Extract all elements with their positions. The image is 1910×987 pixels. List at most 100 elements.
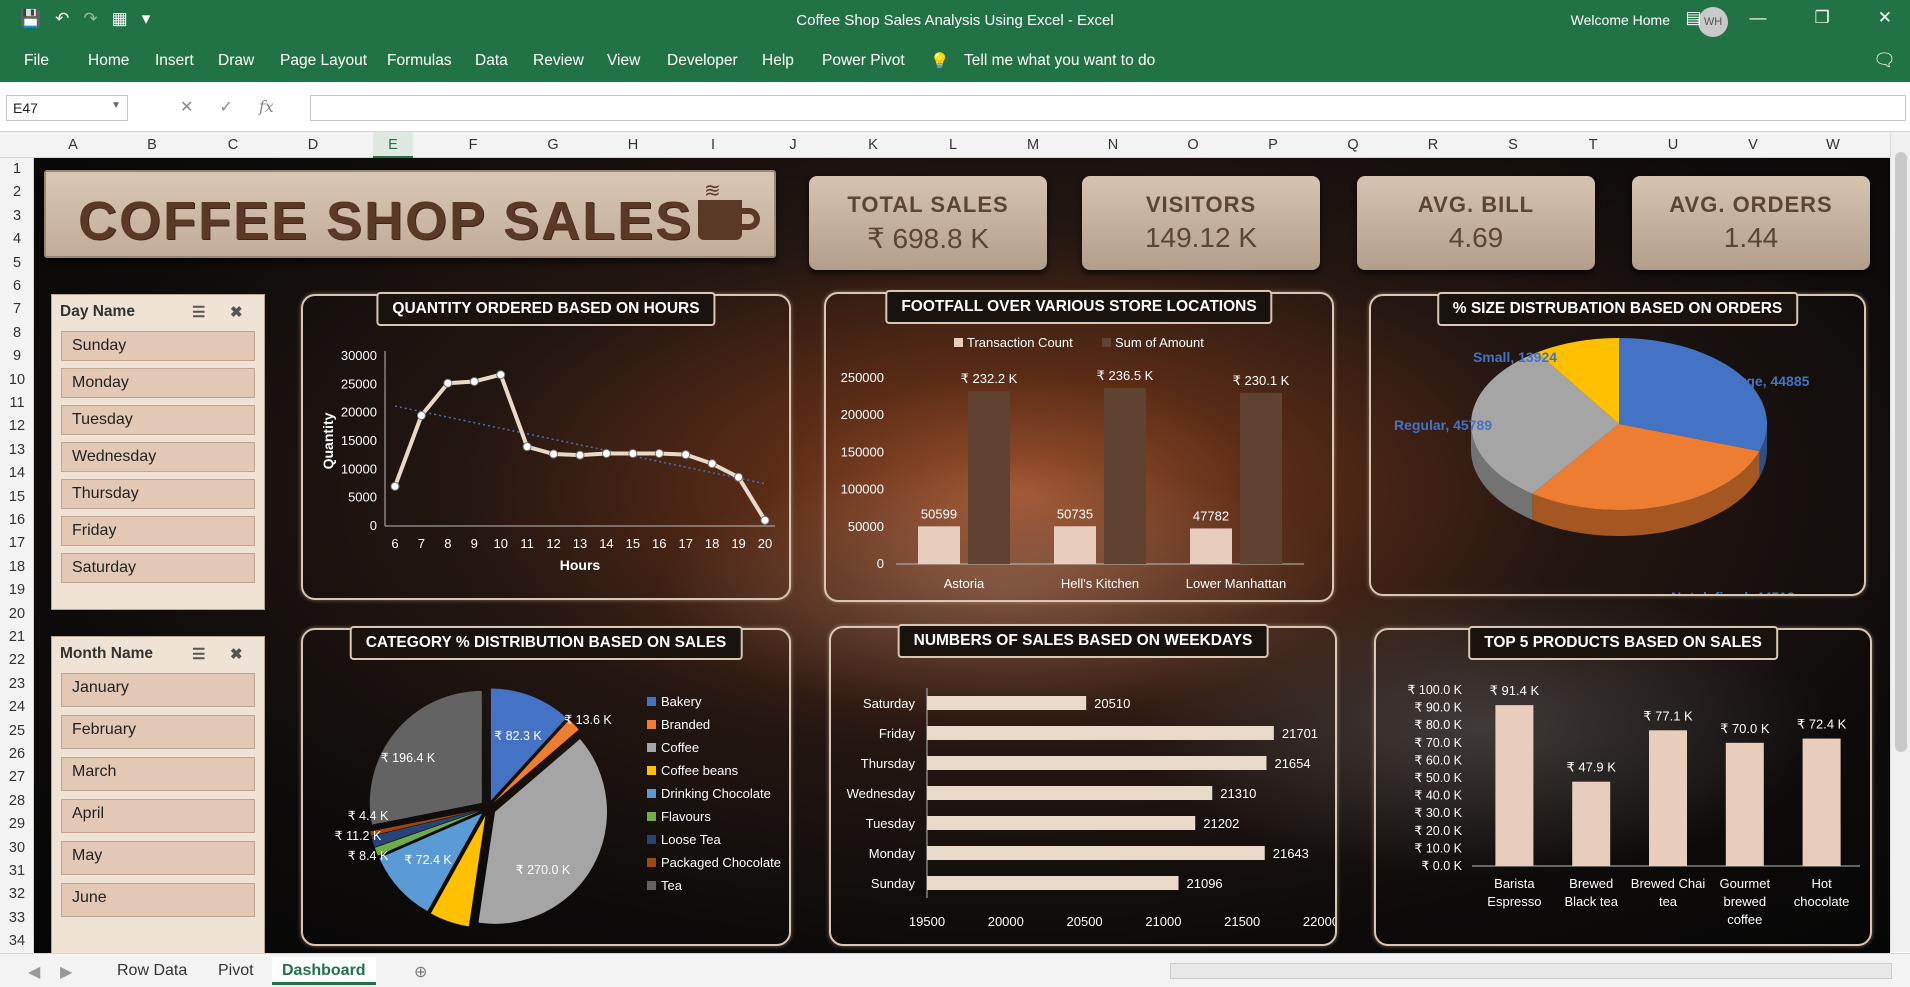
column-header-t[interactable]: T: [1573, 137, 1613, 153]
enter-icon[interactable]: ✓: [219, 97, 232, 117]
slicer-item-may[interactable]: May: [61, 841, 255, 875]
column-header-m[interactable]: M: [1013, 137, 1053, 153]
column-header-r[interactable]: R: [1413, 137, 1453, 153]
row-header-31[interactable]: 31: [0, 863, 34, 879]
add-sheet-icon[interactable]: ⊕: [414, 962, 427, 982]
vertical-scrollbar[interactable]: [1890, 132, 1910, 952]
chart-category-panel[interactable]: CATEGORY % DISTRIBUTION BASED ON SALES ₹…: [301, 626, 791, 953]
clear-filter-icon[interactable]: ✖: [230, 303, 243, 321]
column-header-g[interactable]: G: [533, 137, 573, 153]
sheet-tab-pivot[interactable]: Pivot: [218, 962, 254, 980]
row-header-8[interactable]: 8: [0, 325, 34, 341]
row-header-27[interactable]: 27: [0, 769, 34, 785]
horizontal-scrollbar[interactable]: [1170, 963, 1892, 979]
row-header-3[interactable]: 3: [0, 208, 34, 224]
row-header-20[interactable]: 20: [0, 606, 34, 622]
slicer-item-monday[interactable]: Monday: [61, 368, 255, 398]
tab-developer[interactable]: Developer: [667, 52, 738, 70]
tab-file[interactable]: File: [24, 52, 49, 70]
column-header-q[interactable]: Q: [1333, 137, 1373, 153]
cancel-icon[interactable]: ✕: [180, 97, 193, 117]
chart-weekdays-panel[interactable]: NUMBERS OF SALES BASED ON WEEKDAYS 19500…: [829, 624, 1339, 946]
column-header-p[interactable]: P: [1253, 137, 1293, 153]
tab-home[interactable]: Home: [88, 52, 129, 70]
chart-footfall-panel[interactable]: FOOTFALL OVER VARIOUS STORE LOCATIONS 0 5…: [824, 290, 1334, 602]
column-header-c[interactable]: C: [213, 137, 253, 153]
column-header-a[interactable]: A: [53, 137, 93, 153]
column-header-d[interactable]: D: [293, 137, 333, 153]
multi-select-icon[interactable]: ☰: [192, 645, 205, 663]
column-header-h[interactable]: H: [613, 137, 653, 153]
restore-icon[interactable]: ❐: [1815, 8, 1830, 28]
tell-me-search[interactable]: Tell me what you want to do: [964, 52, 1155, 70]
row-header-24[interactable]: 24: [0, 699, 34, 715]
row-header-32[interactable]: 32: [0, 886, 34, 902]
tab-draw[interactable]: Draw: [218, 52, 254, 70]
clear-filter-icon[interactable]: ✖: [230, 645, 243, 663]
slicer-item-wednesday[interactable]: Wednesday: [61, 442, 255, 472]
tab-view[interactable]: View: [607, 52, 640, 70]
formula-input[interactable]: [310, 95, 1906, 121]
column-header-b[interactable]: B: [132, 137, 172, 153]
column-header-o[interactable]: O: [1173, 137, 1213, 153]
tab-data[interactable]: Data: [475, 52, 508, 70]
row-header-29[interactable]: 29: [0, 816, 34, 832]
chart-top-products-panel[interactable]: TOP 5 PRODUCTS BASED ON SALES ₹ 0.0 K ₹ 1…: [1374, 626, 1872, 946]
column-header-f[interactable]: F: [453, 137, 493, 153]
row-header-18[interactable]: 18: [0, 559, 34, 575]
column-header-n[interactable]: N: [1093, 137, 1133, 153]
row-header-4[interactable]: 4: [0, 231, 34, 247]
row-header-17[interactable]: 17: [0, 535, 34, 551]
column-header-v[interactable]: V: [1733, 137, 1773, 153]
chevron-down-icon[interactable]: ▼: [111, 100, 121, 111]
row-header-23[interactable]: 23: [0, 676, 34, 692]
slicer-item-april[interactable]: April: [61, 799, 255, 833]
next-sheet-icon[interactable]: ▶: [60, 962, 72, 982]
slicer-item-tuesday[interactable]: Tuesday: [61, 405, 255, 435]
tab-insert[interactable]: Insert: [155, 52, 194, 70]
row-header-7[interactable]: 7: [0, 301, 34, 317]
row-header-6[interactable]: 6: [0, 278, 34, 294]
slicer-item-february[interactable]: February: [61, 715, 255, 749]
scroll-thumb[interactable]: [1895, 152, 1907, 752]
slicer-item-march[interactable]: March: [61, 757, 255, 791]
row-header-14[interactable]: 14: [0, 465, 34, 481]
sheet-tab-dashboard[interactable]: Dashboard: [272, 957, 376, 985]
ribbon-display-icon[interactable]: ▤: [1685, 8, 1701, 28]
slicer-item-june[interactable]: June: [61, 883, 255, 917]
name-box[interactable]: E47 ▼: [6, 95, 128, 121]
slicer-item-january[interactable]: January: [61, 673, 255, 707]
close-icon[interactable]: ✕: [1878, 8, 1892, 28]
prev-sheet-icon[interactable]: ◀: [28, 962, 40, 982]
row-header-33[interactable]: 33: [0, 910, 34, 926]
column-header-k[interactable]: K: [853, 137, 893, 153]
column-header-l[interactable]: L: [933, 137, 973, 153]
row-header-28[interactable]: 28: [0, 793, 34, 809]
column-header-e[interactable]: E: [373, 132, 413, 158]
sheet-tab-row-data[interactable]: Row Data: [117, 962, 187, 980]
row-header-30[interactable]: 30: [0, 840, 34, 856]
tab-power-pivot[interactable]: Power Pivot: [822, 52, 905, 70]
tab-formulas[interactable]: Formulas: [387, 52, 452, 70]
row-header-34[interactable]: 34: [0, 933, 34, 949]
row-header-26[interactable]: 26: [0, 746, 34, 762]
row-header-25[interactable]: 25: [0, 723, 34, 739]
slicer-item-thursday[interactable]: Thursday: [61, 479, 255, 509]
row-header-2[interactable]: 2: [0, 184, 34, 200]
tab-help[interactable]: Help: [762, 52, 794, 70]
row-header-10[interactable]: 10: [0, 372, 34, 388]
column-header-j[interactable]: J: [773, 137, 813, 153]
row-header-13[interactable]: 13: [0, 442, 34, 458]
row-header-22[interactable]: 22: [0, 652, 34, 668]
slicer-item-sunday[interactable]: Sunday: [61, 331, 255, 361]
chart-size-panel[interactable]: % SIZE DISTRUBATION BASED ON ORDERS Larg…: [1369, 292, 1866, 605]
row-header-12[interactable]: 12: [0, 418, 34, 434]
comments-icon[interactable]: 🗨: [1873, 50, 1896, 71]
tab-page-layout[interactable]: Page Layout: [280, 52, 367, 70]
column-header-i[interactable]: I: [693, 137, 733, 153]
row-header-5[interactable]: 5: [0, 255, 34, 271]
insert-function-icon[interactable]: fx: [259, 97, 274, 117]
minimize-icon[interactable]: —: [1750, 8, 1767, 28]
row-header-19[interactable]: 19: [0, 582, 34, 598]
row-header-1[interactable]: 1: [0, 161, 34, 177]
